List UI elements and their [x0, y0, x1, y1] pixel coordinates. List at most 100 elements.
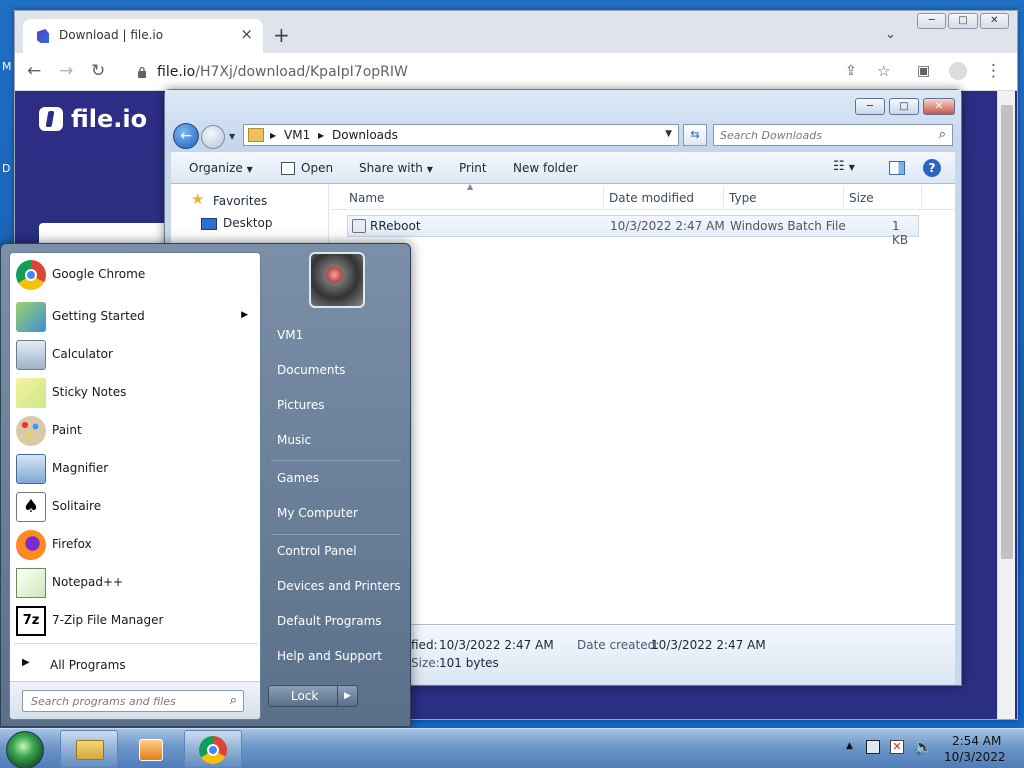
start-link-music[interactable]: Music [277, 433, 311, 447]
column-type[interactable]: Type [729, 191, 757, 205]
show-hidden-icons-icon[interactable]: ▲ [846, 741, 853, 751]
help-icon[interactable]: ? [923, 159, 941, 177]
desktop-icon-label[interactable]: M [2, 60, 12, 73]
column-divider[interactable] [921, 186, 922, 208]
chevron-down-icon: ▼ [426, 165, 433, 174]
scrollbar-thumb[interactable] [1001, 105, 1013, 559]
lock-button[interactable]: Lock ▶ [268, 685, 358, 707]
start-link-my-computer[interactable]: My Computer [277, 506, 358, 520]
taskbar-explorer-button[interactable] [60, 730, 118, 768]
close-button[interactable]: ✕ [979, 13, 1009, 29]
column-date-modified[interactable]: Date modified [609, 191, 694, 205]
forward-arrow-icon[interactable] [201, 125, 225, 149]
menu-kebab-icon[interactable]: ⋮ [985, 62, 1002, 80]
path-chevron-icon[interactable]: ▶ [270, 131, 276, 140]
volume-icon[interactable]: 🔈 [914, 738, 933, 756]
batch-file-icon [352, 219, 366, 233]
column-name[interactable]: Name [349, 191, 384, 205]
print-button[interactable]: Print [459, 161, 487, 175]
clock-time[interactable]: 2:54 AM [952, 734, 1001, 748]
back-icon[interactable]: ← [27, 62, 41, 80]
share-with-button[interactable]: Share with ▼ [359, 161, 433, 175]
search-downloads-input[interactable]: Search Downloads ⌕ [713, 124, 953, 146]
side-panel-icon[interactable]: ▣ [917, 62, 930, 80]
fileio-logo-icon[interactable] [39, 107, 63, 131]
address-bar[interactable]: file.io/H7Xj/download/KpaIpI7opRIW [127, 57, 887, 87]
start-link-games[interactable]: Games [277, 471, 319, 485]
program-calculator[interactable]: Calculator [14, 337, 258, 373]
preview-pane-icon[interactable] [889, 161, 905, 175]
start-link-devices-and-printers[interactable]: Devices and Printers [277, 579, 401, 593]
column-divider[interactable] [843, 186, 844, 208]
taskbar-chrome-button[interactable] [184, 730, 242, 768]
program-firefox[interactable]: Firefox [14, 527, 258, 563]
start-link-control-panel[interactable]: Control Panel [277, 544, 357, 558]
tab-search-chevron-icon[interactable]: ⌄ [885, 27, 896, 42]
chevron-down-icon: ▼ [246, 165, 253, 174]
column-divider[interactable] [723, 186, 724, 208]
new-folder-button[interactable]: New folder [513, 161, 578, 175]
organize-button[interactable]: Organize ▼ [189, 161, 253, 175]
program-google-chrome[interactable]: Google Chrome [14, 257, 258, 293]
desktop-icon-label[interactable]: D [2, 162, 10, 175]
address-bar[interactable]: ▶ VM1 ▶ Downloads ▼ [243, 124, 679, 146]
program-notepad-plus-plus[interactable]: Notepad++ [14, 565, 258, 601]
path-chevron-icon[interactable]: ▶ [318, 131, 324, 140]
program-label: Google Chrome [52, 267, 146, 281]
start-link-vm1[interactable]: VM1 [277, 328, 303, 342]
share-icon[interactable]: ⇪ [845, 62, 857, 80]
nav-favorites[interactable]: Favorites [213, 194, 267, 208]
breadcrumb-downloads[interactable]: Downloads [332, 128, 398, 142]
column-size[interactable]: Size [849, 191, 874, 205]
maximize-button[interactable]: □ [889, 98, 919, 115]
close-button[interactable]: ✕ [923, 98, 955, 115]
start-link-documents[interactable]: Documents [277, 363, 345, 377]
action-center-flag-icon[interactable]: ✕ [890, 740, 904, 754]
start-orb-icon[interactable] [6, 731, 44, 768]
search-icon[interactable]: ⌕ [230, 693, 237, 708]
browser-tab[interactable]: Download | file.io × [23, 19, 263, 53]
view-options-icon[interactable]: ☷ ▼ [833, 159, 855, 174]
page-scrollbar[interactable] [997, 91, 1015, 719]
start-link-default-programs[interactable]: Default Programs [277, 614, 382, 628]
forward-icon[interactable]: → [59, 62, 73, 80]
user-picture-avatar[interactable] [309, 252, 365, 308]
size-value: 101 bytes [439, 656, 499, 670]
search-icon[interactable]: ⌕ [939, 127, 946, 142]
taskbar-media-player-button[interactable] [122, 730, 180, 768]
fileio-brand[interactable]: file.io [71, 105, 147, 133]
open-button[interactable]: Open [301, 161, 333, 175]
maximize-button[interactable]: □ [948, 13, 978, 29]
program-magnifier[interactable]: Magnifier [14, 451, 258, 487]
shutdown-options-arrow-icon[interactable]: ▶ [337, 686, 357, 706]
nav-desktop[interactable]: Desktop [223, 216, 273, 230]
program-7zip[interactable]: 7z 7-Zip File Manager [14, 603, 258, 639]
program-solitaire[interactable]: ♠ Solitaire [14, 489, 258, 525]
breadcrumb-vm1[interactable]: VM1 [284, 128, 310, 142]
all-programs-button[interactable]: ▶ All Programs [14, 651, 258, 679]
start-search-input[interactable]: Search programs and files ⌕ [22, 690, 244, 712]
program-paint[interactable]: Paint [14, 413, 258, 449]
start-link-pictures[interactable]: Pictures [277, 398, 325, 412]
column-divider[interactable] [603, 186, 604, 208]
profile-avatar-icon[interactable] [949, 62, 967, 80]
minimize-button[interactable]: ─ [855, 98, 885, 115]
file-row[interactable]: RReboot 10/3/2022 2:47 AM Windows Batch … [347, 215, 919, 247]
bookmark-star-icon[interactable]: ☆ [877, 62, 890, 80]
minimize-button[interactable]: ─ [917, 13, 947, 29]
network-icon[interactable] [866, 740, 880, 754]
program-sticky-notes[interactable]: Sticky Notes [14, 375, 258, 411]
start-link-help-and-support[interactable]: Help and Support [277, 649, 382, 663]
program-getting-started[interactable]: Getting Started ▶ [14, 299, 258, 335]
sort-ascending-icon: ▲ [467, 182, 474, 191]
reload-icon[interactable]: ↻ [91, 62, 105, 80]
address-dropdown-icon[interactable]: ▼ [665, 129, 672, 139]
solitaire-icon: ♠ [16, 492, 46, 522]
refresh-icon[interactable]: ⇆ [683, 124, 707, 146]
recent-pages-chevron-icon[interactable]: ▼ [229, 132, 235, 141]
new-tab-icon[interactable]: + [273, 25, 290, 45]
lock-label: Lock [291, 689, 319, 703]
clock-date[interactable]: 10/3/2022 [944, 750, 1006, 764]
close-tab-icon[interactable]: × [240, 25, 253, 43]
back-arrow-icon[interactable]: ← [173, 123, 199, 149]
